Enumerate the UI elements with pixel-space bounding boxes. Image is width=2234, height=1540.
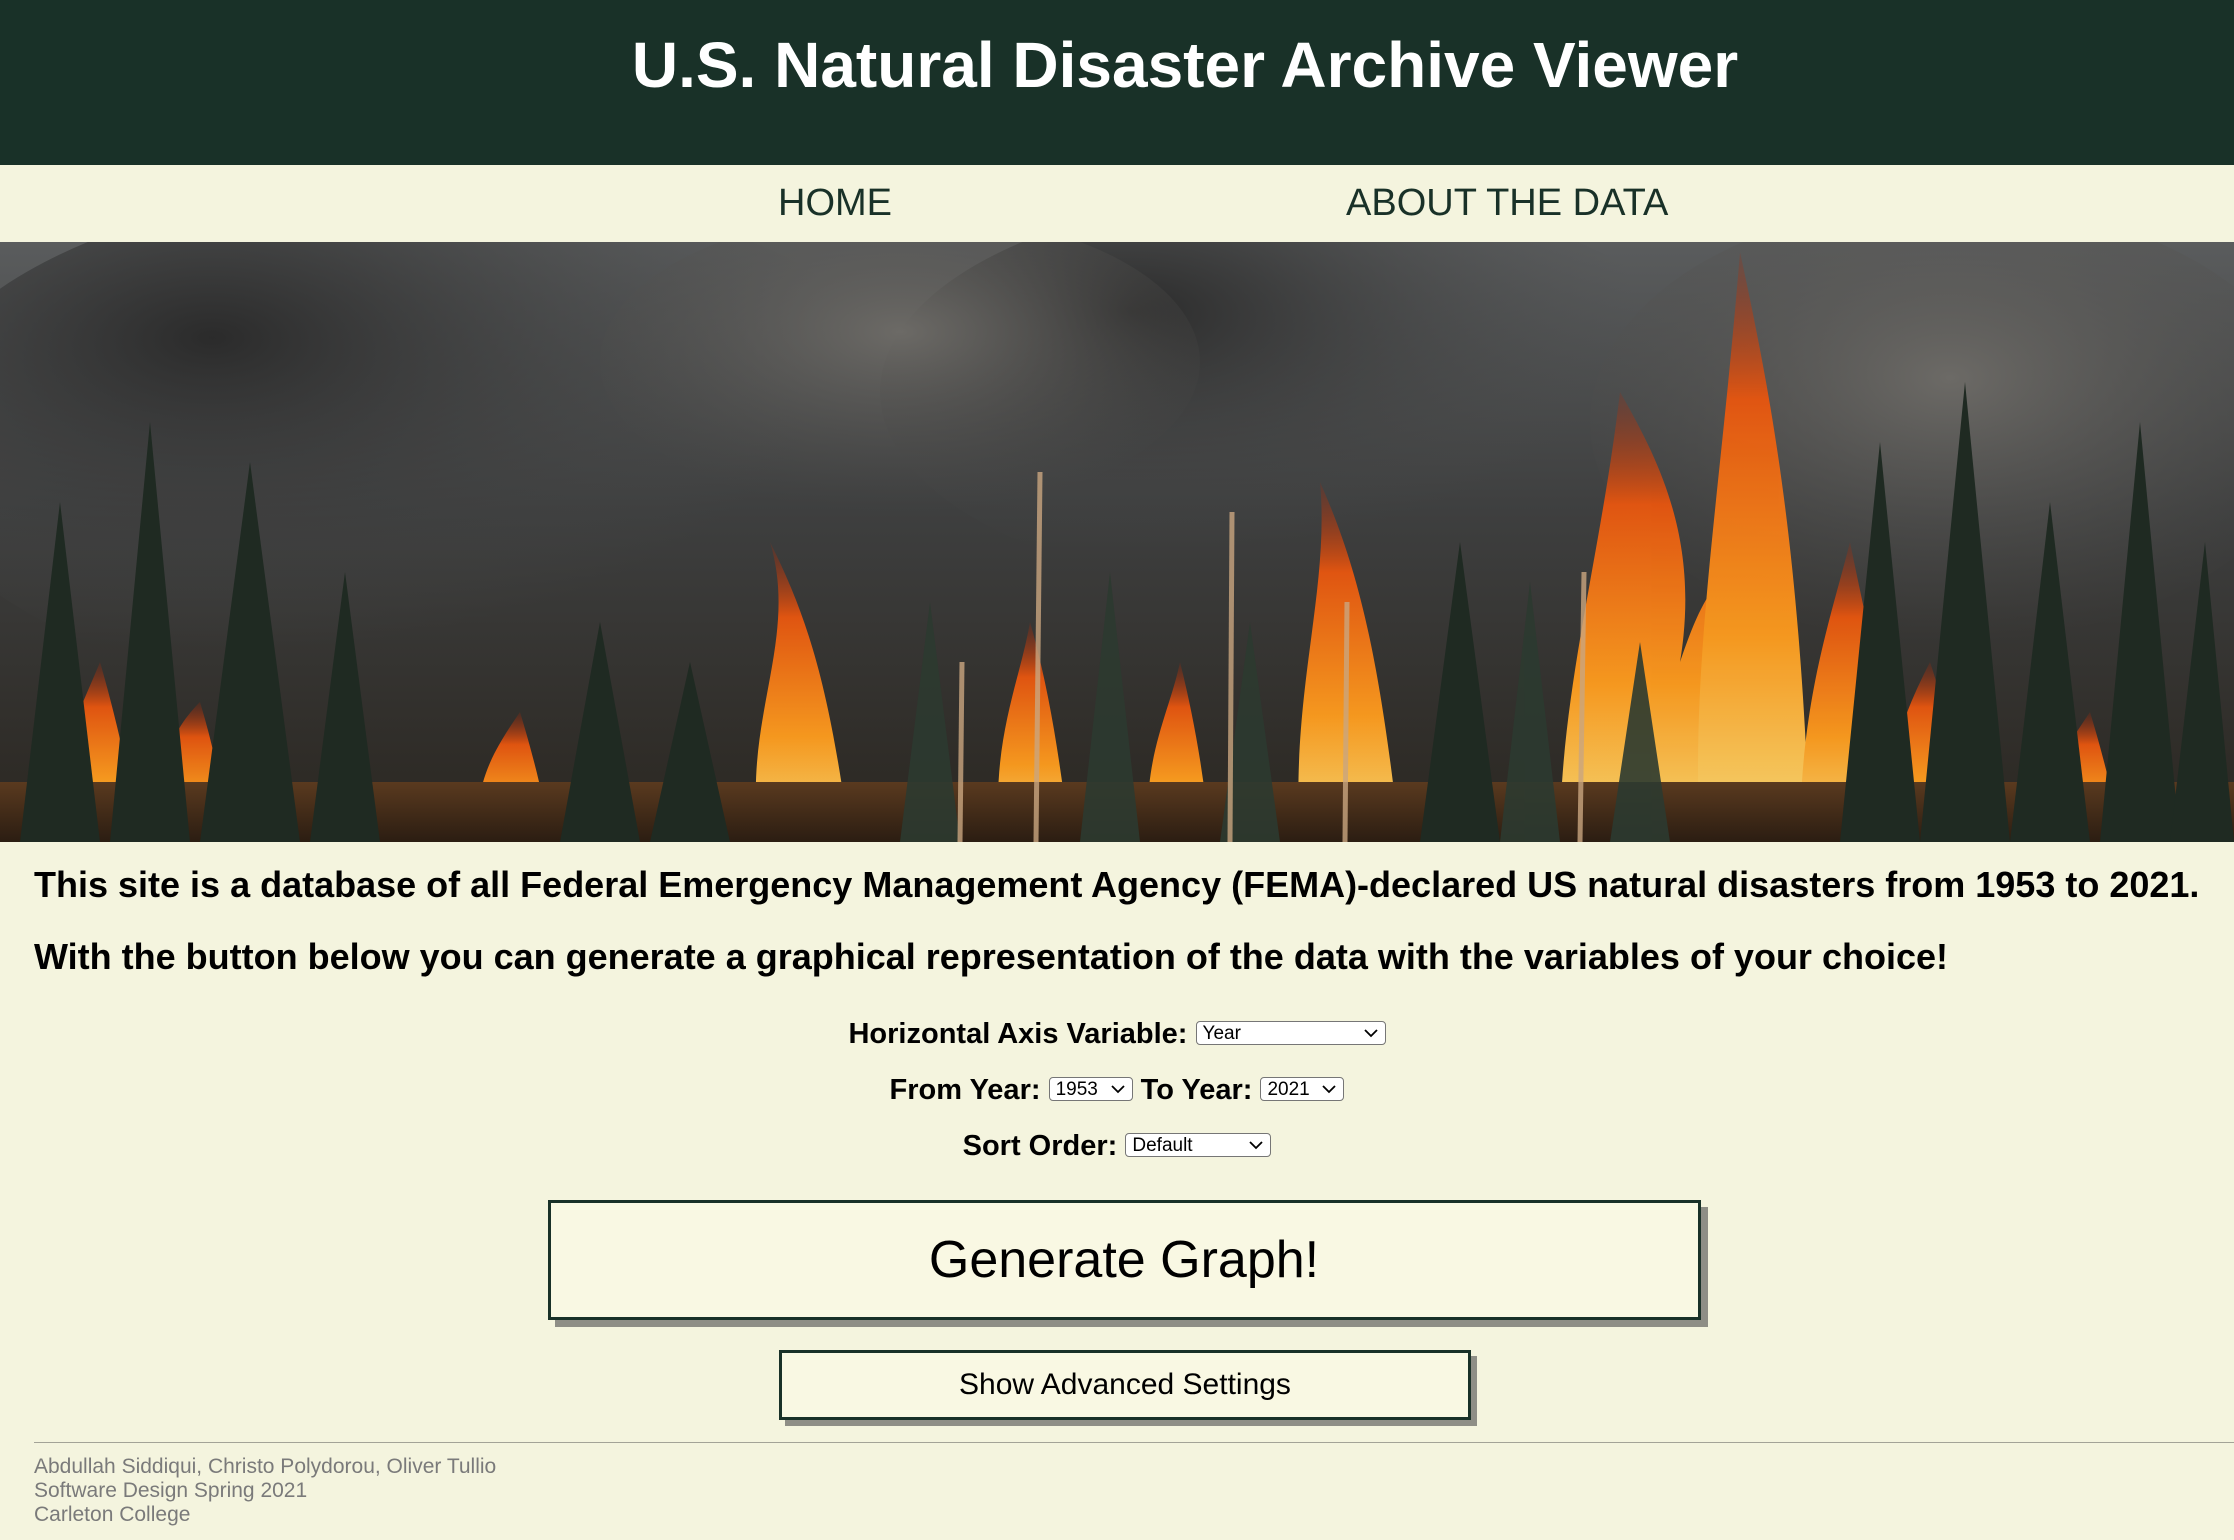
site-footer: Abdullah Siddiqui, Christo Polydorou, Ol… [34,1442,2234,1527]
from-year-label: From Year: [889,1074,1041,1106]
year-range-row: From Year: 1953 To Year: 2021 [34,1062,2200,1118]
from-year-select[interactable]: 1953 [1048,1076,1133,1101]
axis-variable-label: Horizontal Axis Variable: [848,1018,1188,1050]
chevron-down-icon [1110,1085,1125,1094]
nav-about-data-link[interactable]: ABOUT THE DATA [1346,165,1668,242]
sort-order-value: Default [1132,1134,1193,1156]
chevron-down-icon [1363,1029,1378,1038]
axis-variable-row: Horizontal Axis Variable: Year [34,1006,2200,1062]
chevron-down-icon [1249,1141,1264,1150]
to-year-label: To Year: [1140,1074,1253,1106]
intro-description: This site is a database of all Federal E… [34,864,2200,905]
generate-graph-button[interactable]: Generate Graph! [547,1200,1701,1320]
generate-button-wrap: Generate Graph! [34,1174,2200,1320]
chevron-down-icon [1322,1085,1337,1094]
graph-controls: Horizontal Axis Variable: Year From Year… [34,1006,2200,1174]
axis-variable-select[interactable]: Year [1195,1020,1386,1045]
site-header: U.S. Natural Disaster Archive Viewer [0,0,2234,165]
main-content: This site is a database of all Federal E… [0,842,2234,1420]
advanced-button-wrap: Show Advanced Settings [34,1320,2200,1420]
show-advanced-settings-button[interactable]: Show Advanced Settings [779,1350,1471,1420]
nav-home-link[interactable]: HOME [778,165,892,242]
to-year-value: 2021 [1267,1078,1310,1100]
sort-order-row: Sort Order: Default [34,1118,2200,1174]
footer-authors: Abdullah Siddiqui, Christo Polydorou, Ol… [34,1455,497,1478]
footer-school: Carleton College [34,1503,191,1526]
intro-instructions: With the button below you can generate a… [34,936,1948,977]
hero-wildfire-image [0,242,2234,842]
sort-order-select[interactable]: Default [1125,1132,1272,1157]
site-title: U.S. Natural Disaster Archive Viewer [631,29,1739,101]
axis-variable-value: Year [1202,1022,1241,1044]
footer-course: Software Design Spring 2021 [34,1479,308,1502]
nav-bar: HOME ABOUT THE DATA [0,165,2234,242]
sort-order-label: Sort Order: [962,1130,1118,1162]
to-year-select[interactable]: 2021 [1260,1076,1345,1101]
from-year-value: 1953 [1055,1078,1098,1100]
